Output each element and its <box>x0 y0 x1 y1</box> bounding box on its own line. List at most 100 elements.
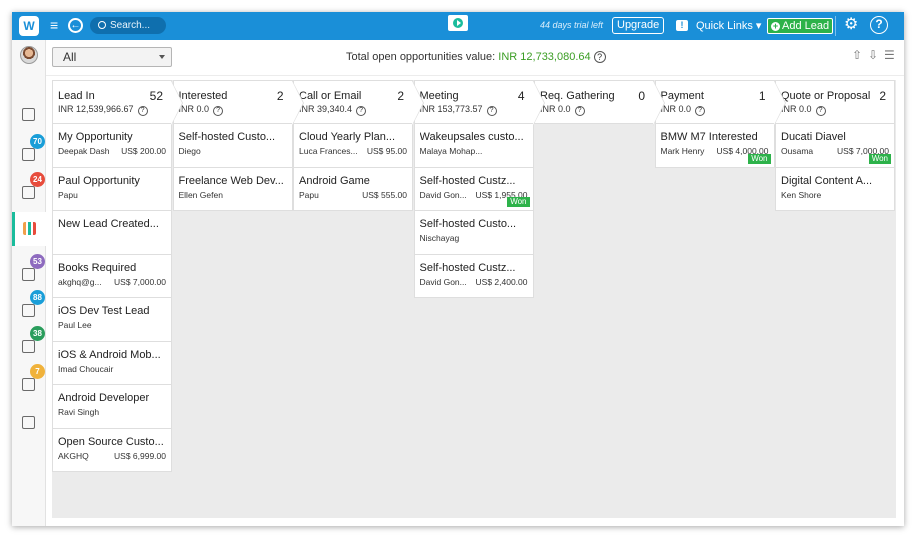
opportunity-card[interactable]: BMW M7 Interested Mark Henry US$ 4,000.00 W… <box>654 124 775 168</box>
sub-header: All Total open opportunities value: INR … <box>46 40 904 76</box>
add-lead-button[interactable]: + Add Lead <box>767 18 834 34</box>
dashboard-icon <box>22 108 35 121</box>
opportunity-card[interactable]: Android Developer Ravi Singh <box>52 385 172 429</box>
sidebar-item-pipeline[interactable] <box>12 212 46 246</box>
opportunity-card[interactable]: Android Game Papu US$ 555.00 <box>293 167 413 211</box>
upgrade-button[interactable]: Upgrade <box>612 17 665 34</box>
column-value-text: INR 153,773.57 <box>419 104 483 114</box>
pipeline-column: Call or Email 2 INR 39,340.4? Cloud Yearly … <box>293 80 424 211</box>
column-header[interactable]: Payment 1 INR 0.0? <box>654 80 786 126</box>
card-owner: Imad Choucair <box>58 363 114 374</box>
pipeline-icon <box>23 222 36 235</box>
opportunity-card[interactable]: Self-hosted Custo... Nischayag <box>413 211 534 255</box>
opportunity-card[interactable]: Self-hosted Custz... David Gon... US$ 1,95… <box>413 167 534 211</box>
card-title: iOS & Android Mob... <box>58 348 161 361</box>
column-value-text: INR 0.0 <box>178 104 210 114</box>
quick-links-menu[interactable]: Quick Links ▾ <box>696 19 761 32</box>
sidebar-item-tasks[interactable]: 53 <box>12 254 46 292</box>
pipeline-board: Lead In 52 INR 12,539,966.67? My Opportunit… <box>52 80 896 518</box>
tasks-icon <box>22 268 35 281</box>
card-amount: US$ 7,000.00 <box>114 276 166 287</box>
card-meta: Diego <box>179 146 292 156</box>
card-meta: Nischayag <box>420 233 533 243</box>
column-header[interactable]: Call or Email 2 INR 39,340.4? <box>293 80 424 126</box>
opportunity-card[interactable]: My Opportunity Deepak Dash US$ 200.00 <box>52 124 172 168</box>
opportunity-card[interactable]: Digital Content A... Ken Shore <box>775 167 895 211</box>
download-icon[interactable]: ⇩ <box>868 48 878 62</box>
column-count: 0 <box>638 89 645 103</box>
card-title: Books Required <box>58 261 137 274</box>
app-logo[interactable]: W <box>19 16 39 36</box>
column-name: Call or Email <box>299 90 362 102</box>
card-title: Digital Content A... <box>781 174 873 187</box>
plus-icon: + <box>771 21 780 31</box>
opportunity-card[interactable]: Wakeupsales custo... Malaya Mohap... <box>413 124 534 168</box>
card-meta: David Gon... US$ 2,400.00 <box>420 277 533 287</box>
info-icon[interactable]: ? <box>593 51 606 63</box>
filter-dropdown[interactable]: All <box>52 47 172 67</box>
card-owner: Nischayag <box>419 233 460 243</box>
back-arrow-icon[interactable]: ← <box>68 18 83 33</box>
opportunity-card[interactable]: Ducati Diavel Ousama US$ 7,000.00 Won <box>775 124 895 168</box>
opportunity-card[interactable]: Cloud Yearly Plan... Luca Frances... US$ 9… <box>293 124 413 168</box>
info-icon[interactable]: ? <box>486 106 497 116</box>
card-meta: Ellen Gefen <box>179 190 292 200</box>
quick-links-icon[interactable]: ! <box>676 20 688 31</box>
info-icon[interactable]: ? <box>213 106 224 116</box>
card-owner: Papu <box>58 189 78 200</box>
card-meta: Paul Lee <box>58 320 171 330</box>
opportunity-card[interactable]: iOS & Android Mob... Imad Choucair <box>52 341 172 385</box>
info-icon[interactable]: ? <box>356 106 367 116</box>
info-icon[interactable]: ? <box>695 106 706 116</box>
opportunity-card[interactable]: Self-hosted Custz... David Gon... US$ 2,40… <box>413 254 534 298</box>
sidebar-item-dashboard[interactable] <box>12 98 46 132</box>
search-input[interactable]: Search... <box>90 17 166 34</box>
card-owner: Ousama <box>781 146 814 156</box>
list-view-icon[interactable]: ☰ <box>884 48 895 62</box>
column-header[interactable]: Req. Gathering 0 INR 0.0? <box>534 80 665 126</box>
sidebar-item-accounts[interactable]: 38 <box>12 326 46 364</box>
opportunity-card[interactable]: Paul Opportunity Papu <box>52 167 172 211</box>
column-header[interactable]: Lead In 52 INR 12,539,966.67? <box>52 80 183 126</box>
opportunity-card[interactable]: Books Required akghq@g... US$ 7,000.00 <box>52 254 172 298</box>
avatar[interactable] <box>20 46 38 64</box>
total-opportunities: Total open opportunities value: INR 12,7… <box>346 51 606 63</box>
help-icon[interactable]: ? <box>870 16 888 34</box>
column-header[interactable]: Interested 2 INR 0.0? <box>172 80 304 126</box>
total-label: Total open opportunities value: <box>346 51 499 63</box>
card-amount: US$ 555.00 <box>362 189 407 200</box>
hamburger-menu-icon[interactable]: ≡ <box>50 18 58 32</box>
opportunity-card[interactable]: New Lead Created... <box>52 211 172 255</box>
column-value-text: INR 0.0 <box>540 104 571 114</box>
card-title: Self-hosted Custo... <box>178 131 276 143</box>
info-icon[interactable]: ? <box>574 106 585 116</box>
column-value: INR 0.0? <box>179 104 292 116</box>
card-owner: Paul Lee <box>58 320 92 330</box>
sidebar-item-calendar[interactable]: 88 <box>12 290 46 328</box>
info-icon[interactable]: ? <box>137 106 148 116</box>
sidebar-item-contacts[interactable]: 70 <box>12 134 46 172</box>
video-play-icon[interactable] <box>448 15 468 31</box>
card-meta: AKGHQ US$ 6,999.00 <box>58 451 171 461</box>
card-title: My Opportunity <box>58 131 133 143</box>
opportunity-card[interactable]: Open Source Custo... AKGHQ US$ 6,999.00 <box>52 428 172 472</box>
sidebar-item-mail[interactable] <box>12 406 46 440</box>
users-icon <box>22 378 35 391</box>
info-icon[interactable]: ? <box>815 106 826 116</box>
leads-icon <box>22 186 35 199</box>
column-header[interactable]: Quote or Proposal 2 INR 0.0? <box>775 80 895 124</box>
card-meta: Luca Frances... US$ 95.00 <box>299 146 412 156</box>
upload-icon[interactable]: ⇧ <box>852 48 862 62</box>
card-owner: Ken Shore <box>781 189 822 200</box>
won-badge: Won <box>507 197 530 207</box>
sidebar-item-leads[interactable]: 24 <box>12 172 46 210</box>
opportunity-card[interactable]: Freelance Web Dev... Ellen Gefen <box>172 167 293 211</box>
column-count: 2 <box>397 89 404 103</box>
opportunity-card[interactable]: Self-hosted Custo... Diego <box>172 124 293 168</box>
settings-gear-icon[interactable]: ⚙ <box>844 16 858 34</box>
column-header[interactable]: Meeting 4 INR 153,773.57? <box>413 80 545 126</box>
opportunity-card[interactable]: iOS Dev Test Lead Paul Lee <box>52 298 172 342</box>
sidebar-item-users[interactable]: 7 <box>12 364 46 402</box>
column-name: Payment <box>660 90 704 102</box>
card-amount: US$ 200.00 <box>121 146 166 156</box>
